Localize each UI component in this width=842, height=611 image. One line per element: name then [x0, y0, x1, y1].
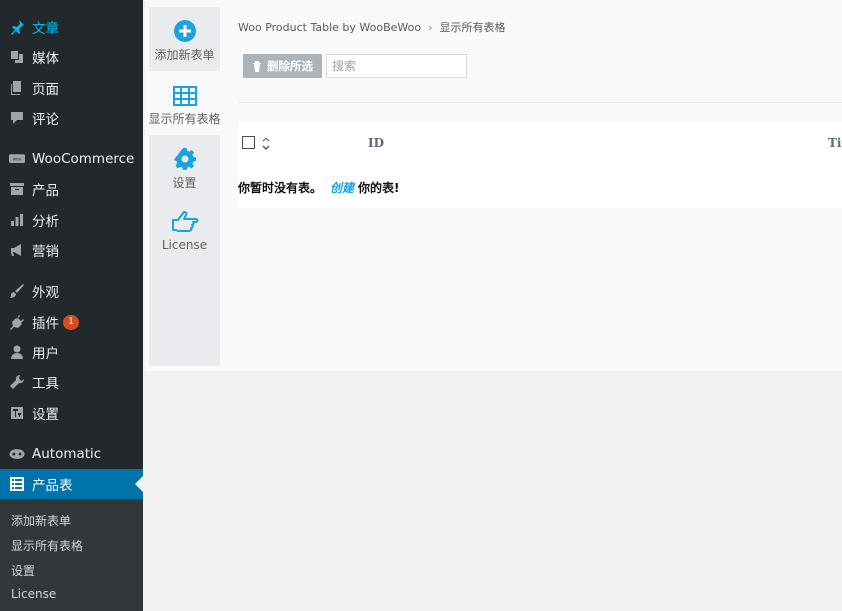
sidebar-item-automatic[interactable]: Automatic	[0, 440, 143, 468]
empty-prefix: 你暂时没有表。	[238, 181, 323, 195]
sidebar-item-products[interactable]: 产品	[0, 175, 143, 203]
tab-label: 添加新表单	[154, 48, 215, 62]
table-list-icon	[7, 474, 27, 494]
sidebar-item-posts[interactable]: 文章	[0, 13, 143, 41]
sidebar-item-marketing[interactable]: 营销	[0, 236, 143, 264]
tab-settings[interactable]: 设置	[149, 135, 220, 199]
sidebar-item-users[interactable]: 用户	[0, 338, 143, 366]
submenu-item-add-table[interactable]: 添加新表单	[11, 512, 71, 529]
sidebar-item-label: 插件	[32, 316, 59, 332]
tables-list: ID Tit 你暂时没有表。创建你的表!	[238, 121, 842, 208]
breadcrumb-current: 显示所有表格	[439, 21, 506, 34]
tab-add-table[interactable]: 添加新表单	[149, 7, 220, 71]
settings-sliders-icon	[7, 403, 27, 423]
sidebar-item-label: 评论	[32, 112, 59, 128]
sidebar-item-comments[interactable]: 评论	[0, 104, 143, 132]
sidebar-item-label: 产品	[32, 183, 59, 199]
delete-selected-button[interactable]: 删除所选	[243, 54, 322, 78]
tab-all-tables[interactable]: 显示所有表格	[148, 71, 221, 135]
page-icon	[7, 78, 27, 98]
sidebar-item-label: 用户	[32, 346, 59, 362]
user-icon	[7, 342, 27, 362]
sidebar-item-label: 设置	[32, 407, 59, 423]
breadcrumb-root[interactable]: Woo Product Table by WooBeWoo	[238, 21, 421, 34]
create-table-link[interactable]: 创建	[330, 181, 354, 195]
pushpin-icon	[7, 17, 27, 37]
sidebar-item-tools[interactable]: 工具	[0, 368, 143, 396]
tab-license[interactable]: License	[149, 199, 220, 263]
column-header-id[interactable]: ID	[368, 136, 384, 150]
plus-circle-icon	[173, 16, 196, 42]
submenu-item-license[interactable]: License	[11, 587, 56, 601]
sidebar-item-label: 产品表	[32, 478, 73, 494]
megaphone-icon	[7, 240, 27, 260]
sidebar-item-plugins[interactable]: 插件 1	[0, 308, 143, 336]
trash-icon	[253, 60, 261, 72]
current-indicator	[135, 476, 143, 492]
woo-icon: woo	[7, 149, 27, 169]
sidebar-item-appearance[interactable]: 外观	[0, 277, 143, 305]
sidebar-item-label: WooCommerce	[32, 151, 135, 167]
column-header-title[interactable]: Tit	[828, 136, 842, 150]
search-input[interactable]	[326, 54, 467, 78]
sidebar-item-label: 媒体	[32, 51, 59, 67]
plugin-icon	[7, 312, 27, 332]
brush-icon	[7, 281, 27, 301]
admin-sidebar: 文章 媒体 页面 评论 woo WooCommerce 产品 分析 营销 外观	[0, 0, 143, 611]
sidebar-item-label: 外观	[32, 285, 59, 301]
select-all-checkbox[interactable]	[242, 136, 255, 149]
robot-icon	[7, 444, 27, 464]
submenu-item-settings[interactable]: 设置	[11, 562, 35, 579]
comment-icon	[7, 108, 27, 128]
sidebar-item-pages[interactable]: 页面	[0, 74, 143, 102]
svg-text:woo: woo	[13, 157, 22, 162]
delete-selected-label: 删除所选	[267, 59, 313, 73]
empty-suffix: 你的表!	[358, 181, 400, 195]
hand-pointer-icon	[171, 208, 199, 234]
submenu-item-all-tables[interactable]: 显示所有表格	[11, 537, 83, 554]
sidebar-item-analytics[interactable]: 分析	[0, 206, 143, 234]
sidebar-item-media[interactable]: 媒体	[0, 43, 143, 71]
plugin-panel: 添加新表单 显示所有表格 设置 License Woo Product Tabl…	[145, 0, 842, 371]
plugin-tab-nav: 添加新表单 显示所有表格 设置 License	[148, 7, 221, 366]
sidebar-item-settings[interactable]: 设置	[0, 399, 143, 427]
sidebar-item-label: 文章	[32, 21, 59, 37]
tab-label: 设置	[172, 176, 197, 190]
media-icon	[7, 47, 27, 67]
submenu: 添加新表单 显示所有表格 设置 License	[0, 499, 143, 611]
gear-icon	[173, 144, 196, 170]
sidebar-item-woocommerce[interactable]: woo WooCommerce	[0, 145, 143, 173]
bar-chart-icon	[7, 210, 27, 230]
sidebar-item-product-table[interactable]: 产品表	[0, 469, 143, 499]
table-grid-icon	[172, 80, 197, 106]
sidebar-item-label: 营销	[32, 244, 59, 260]
tab-label: 显示所有表格	[148, 112, 221, 126]
sidebar-item-label: 页面	[32, 82, 59, 98]
archive-icon	[7, 179, 27, 199]
chevron-right-icon: ›	[428, 20, 433, 34]
sidebar-item-label: 分析	[32, 214, 59, 230]
empty-state-message: 你暂时没有表。 创建 你的表!	[238, 179, 400, 196]
sidebar-item-label: 工具	[32, 376, 59, 392]
update-count-badge: 1	[63, 314, 79, 330]
sort-icon[interactable]	[262, 138, 270, 150]
sidebar-item-label: Automatic	[32, 446, 102, 462]
breadcrumb: Woo Product Table by WooBeWoo › 显示所有表格	[238, 19, 506, 35]
tab-label: License	[161, 238, 208, 252]
main-content: Woo Product Table by WooBeWoo › 显示所有表格 删…	[238, 0, 842, 371]
divider	[238, 102, 842, 103]
wrench-icon	[7, 372, 27, 392]
